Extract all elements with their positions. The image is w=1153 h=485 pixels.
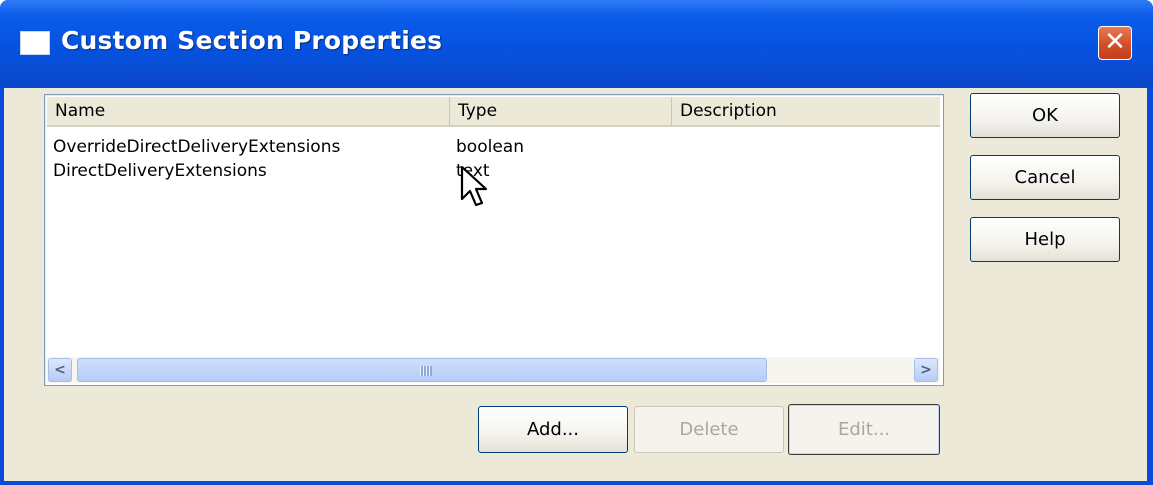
ok-button[interactable]: OK xyxy=(970,93,1120,138)
horizontal-scrollbar[interactable]: < > xyxy=(47,357,940,383)
row-type: boolean xyxy=(456,137,524,157)
list-header: Name Type Description xyxy=(47,97,940,127)
delete-button[interactable]: Delete xyxy=(634,406,784,453)
scroll-right-icon: > xyxy=(920,362,932,378)
dialog-title: Custom Section Properties xyxy=(61,26,443,55)
close-button[interactable]: ✕ xyxy=(1098,26,1132,60)
column-header-description[interactable]: Description xyxy=(672,97,940,125)
mouse-pointer-icon xyxy=(460,165,488,207)
close-icon: ✕ xyxy=(1104,27,1126,57)
dialog-body: Name Type Description OverrideDirectDeli… xyxy=(4,88,1147,481)
column-header-type[interactable]: Type xyxy=(450,97,672,125)
help-button[interactable]: Help xyxy=(970,217,1120,262)
cancel-button[interactable]: Cancel xyxy=(970,155,1120,200)
scroll-right-button[interactable]: > xyxy=(914,358,938,382)
column-header-name[interactable]: Name xyxy=(47,97,450,125)
scrollbar-thumb[interactable] xyxy=(77,358,767,382)
properties-list[interactable]: Name Type Description OverrideDirectDeli… xyxy=(44,94,944,386)
row-name: OverrideDirectDeliveryExtensions xyxy=(53,137,341,157)
title-bar[interactable]: Custom Section Properties ✕ xyxy=(0,0,1153,88)
scrollbar-grip xyxy=(420,366,432,376)
window-icon xyxy=(20,31,50,55)
add-button[interactable]: Add... xyxy=(478,406,628,453)
edit-button[interactable]: Edit... xyxy=(788,404,940,455)
list-row[interactable]: OverrideDirectDeliveryExtensions boolean xyxy=(47,135,940,159)
scroll-left-button[interactable]: < xyxy=(48,358,72,382)
dialog-window: Custom Section Properties ✕ Name Type De… xyxy=(0,0,1153,485)
row-name: DirectDeliveryExtensions xyxy=(53,161,267,181)
scroll-left-icon: < xyxy=(54,362,66,378)
